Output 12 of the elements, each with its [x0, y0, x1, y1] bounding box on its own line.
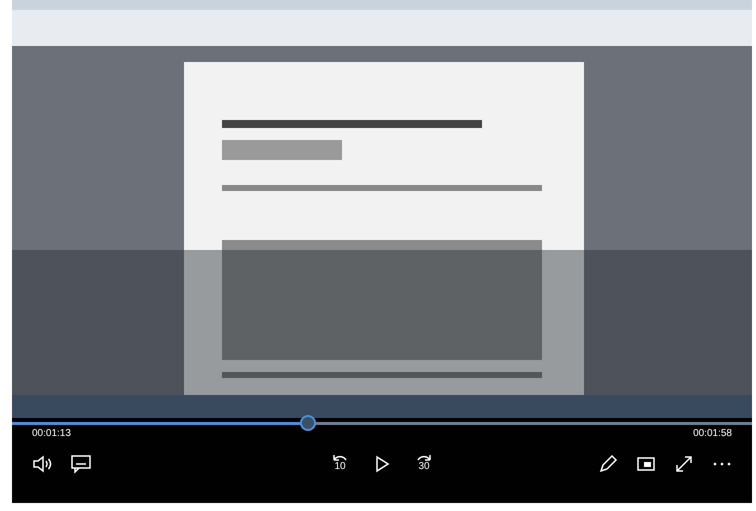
play-icon[interactable] [374, 455, 390, 473]
mini-view-icon[interactable] [636, 456, 656, 472]
elapsed-time: 00:01:13 [32, 427, 71, 441]
volume-icon[interactable] [32, 455, 52, 473]
more-icon[interactable] [712, 461, 732, 467]
duration-time: 00:01:58 [693, 427, 732, 441]
skip-forward-button[interactable]: 30 [412, 451, 436, 477]
captions-icon[interactable] [70, 454, 92, 474]
pen-icon[interactable] [598, 454, 618, 474]
seek-handle[interactable] [300, 415, 316, 431]
fullscreen-icon[interactable] [674, 454, 694, 474]
skip-back-button[interactable]: 10 [328, 451, 352, 477]
